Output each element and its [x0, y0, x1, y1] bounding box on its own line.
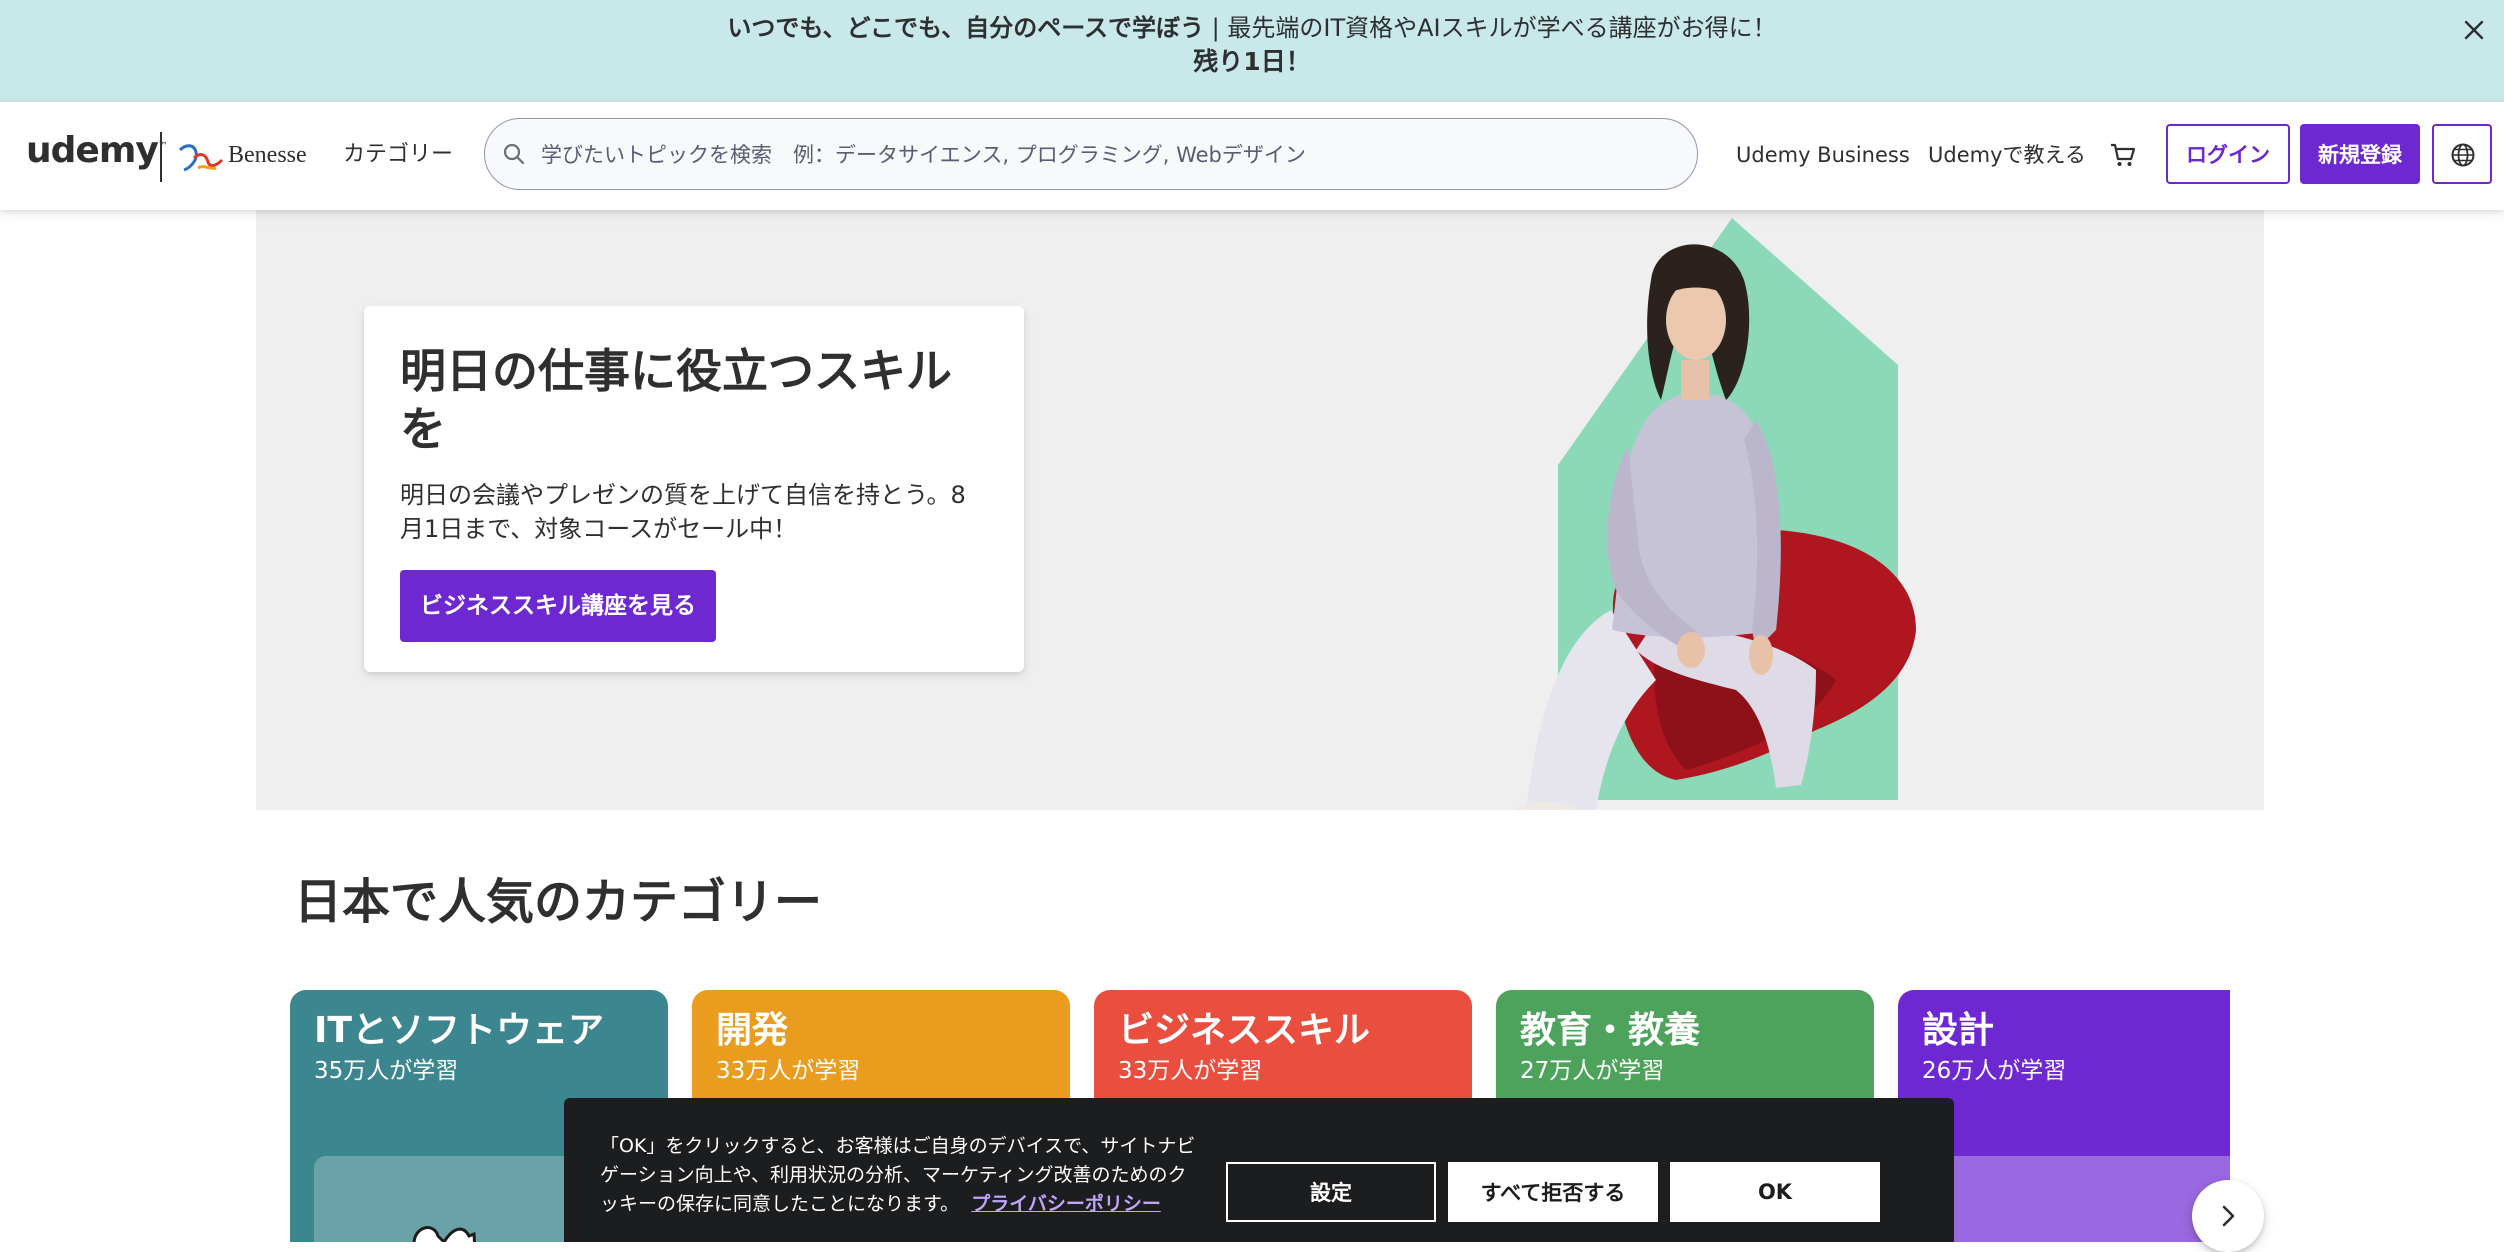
- udemy-logo-text: udemy: [26, 130, 159, 171]
- sparkle-illustration: [1922, 1156, 2230, 1242]
- category-learner-count: 33万人が学習: [716, 1058, 861, 1084]
- login-button[interactable]: ログイン: [2166, 124, 2290, 184]
- carousel-next-button[interactable]: [2192, 1180, 2264, 1252]
- udemy-business-link[interactable]: Udemy Business: [1736, 140, 1910, 170]
- search-icon[interactable]: [501, 141, 527, 167]
- search-input[interactable]: [539, 119, 1683, 191]
- popular-categories-title: 日本で人気のカテゴリー: [294, 874, 823, 930]
- category-illustration: [1922, 1156, 2230, 1242]
- language-button[interactable]: [2432, 124, 2492, 184]
- cookie-settings-button[interactable]: 設定: [1226, 1162, 1436, 1222]
- benesse-logo-text: Benesse: [228, 142, 307, 168]
- signup-button[interactable]: 新規登録: [2300, 124, 2420, 184]
- banner-text: | 最先端のIT資格やAIスキルが学べる講座がお得に！: [1204, 14, 1777, 42]
- category-name: 教育・教養: [1520, 1010, 1701, 1051]
- site-header: udemy™ Benesse カテゴリー Udemy Business Udem…: [0, 102, 2504, 210]
- hero-title: 明日の仕事に役立つスキルを: [400, 344, 952, 456]
- category-learner-count: 27万人が学習: [1520, 1058, 1665, 1084]
- cookie-message: 「OK」をクリックすると、お客様はご自身のデバイスで、サイトナビゲーション向上や…: [600, 1132, 1200, 1219]
- chevron-right-icon: [2222, 1205, 2235, 1227]
- category-learner-count: 26万人が学習: [1922, 1058, 2067, 1084]
- category-name: 設計: [1922, 1010, 1995, 1051]
- cookie-reject-all-button[interactable]: すべて拒否する: [1448, 1162, 1658, 1222]
- benesse-logo[interactable]: Benesse: [176, 138, 316, 178]
- cart-icon[interactable]: [2108, 140, 2138, 170]
- banner-bold-text: いつでも、どこでも、自分のペースで学ぼう: [727, 14, 1205, 42]
- search-bar[interactable]: [484, 118, 1698, 191]
- cookie-consent-banner: 「OK」をクリックすると、お客様はご自身のデバイスで、サイトナビゲーション向上や…: [564, 1098, 1954, 1242]
- hero-card: 明日の仕事に役立つスキルを 明日の会議やプレゼンの質を上げて自信を持とう。8月1…: [364, 306, 1024, 672]
- teach-on-udemy-link[interactable]: Udemyで教える: [1928, 140, 2086, 170]
- close-icon[interactable]: [2458, 14, 2490, 46]
- category-learner-count: 33万人が学習: [1118, 1058, 1263, 1084]
- category-learner-count: 35万人が学習: [314, 1058, 459, 1084]
- category-name: 開発: [716, 1010, 789, 1051]
- hero-person-illustration: [1516, 218, 1916, 810]
- logo-divider: [160, 132, 162, 182]
- categories-menu[interactable]: カテゴリー: [343, 140, 453, 170]
- cookie-ok-button[interactable]: OK: [1670, 1162, 1880, 1222]
- privacy-policy-link[interactable]: プライバシーポリシー: [971, 1193, 1161, 1215]
- globe-icon: [2451, 143, 2475, 167]
- banner-countdown: 残り1日！: [1193, 47, 1311, 76]
- banner-message: いつでも、どこでも、自分のペースで学ぼう | 最先端のIT資格やAIスキルが学べ…: [0, 12, 2504, 44]
- udemy-logo[interactable]: udemy™: [26, 130, 168, 171]
- business-skills-cta-button[interactable]: ビジネススキル講座を見る: [400, 570, 716, 642]
- category-name: ビジネススキル: [1118, 1010, 1371, 1051]
- announcement-banner: いつでも、どこでも、自分のペースで学ぼう | 最先端のIT資格やAIスキルが学べ…: [0, 0, 2504, 102]
- category-name: ITとソフトウェア: [314, 1010, 604, 1051]
- benesse-mark-icon: [178, 144, 224, 172]
- hero-description: 明日の会議やプレゼンの質を上げて自信を持とう。8月1日まで、対象コースがセール中…: [400, 481, 966, 543]
